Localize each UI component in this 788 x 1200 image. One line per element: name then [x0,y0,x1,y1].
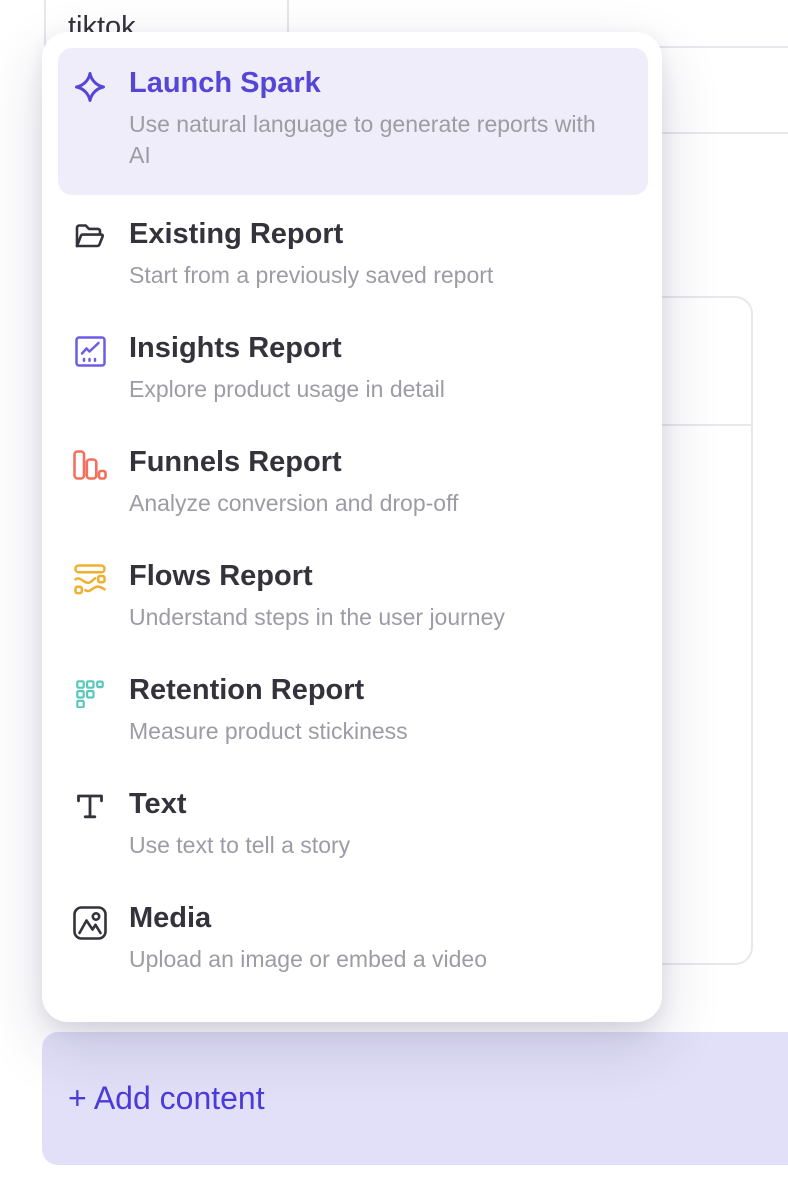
menu-item-description: Use natural language to generate reports… [129,109,609,171]
menu-item-title: Existing Report [129,217,493,251]
menu-item-title: Text [129,787,350,821]
menu-item-launch-spark[interactable]: Launch Spark Use natural language to gen… [58,48,648,195]
add-content-label: + Add content [68,1080,265,1117]
menu-list: Existing Report Start from a previously … [42,222,662,1020]
menu-item-existing-report[interactable]: Existing Report Start from a previously … [42,222,662,336]
menu-item-title: Retention Report [129,673,408,707]
menu-item-text[interactable]: Text Use text to tell a story [42,792,662,906]
add-content-menu: Launch Spark Use natural language to gen… [42,32,662,1022]
retention-grid-icon [73,678,107,708]
menu-item-title: Media [129,901,487,935]
menu-item-title: Insights Report [129,331,445,365]
menu-item-description: Upload an image or embed a video [129,944,487,974]
menu-item-title: Flows Report [129,559,505,593]
canvas: tiktok Launch Spark Use natural language… [0,0,788,1200]
text-icon [73,792,107,821]
menu-item-media[interactable]: Media Upload an image or embed a video [42,906,662,1020]
menu-item-description: Understand steps in the user journey [129,602,505,632]
add-content-button[interactable]: + Add content [42,1032,788,1165]
table-row-divider [648,46,788,48]
menu-item-description: Explore product usage in detail [129,374,445,404]
menu-item-description: Analyze conversion and drop-off [129,488,458,518]
media-image-icon [73,906,107,940]
insights-chart-icon [73,336,107,367]
menu-item-retention-report[interactable]: Retention Report Measure product stickin… [42,678,662,792]
menu-item-flows-report[interactable]: Flows Report Understand steps in the use… [42,564,662,678]
menu-item-insights-report[interactable]: Insights Report Explore product usage in… [42,336,662,450]
menu-item-description: Use text to tell a story [129,830,350,860]
table-row-divider [648,132,788,134]
funnel-bars-icon [73,450,107,480]
menu-item-funnels-report[interactable]: Funnels Report Analyze conversion and dr… [42,450,662,564]
menu-item-title: Launch Spark [129,66,609,100]
flows-icon [73,564,107,595]
table-column-divider [44,0,46,46]
spark-icon [73,70,107,195]
menu-item-description: Measure product stickiness [129,716,408,746]
folder-open-icon [73,222,107,252]
menu-item-title: Funnels Report [129,445,458,479]
menu-item-description: Start from a previously saved report [129,260,493,290]
